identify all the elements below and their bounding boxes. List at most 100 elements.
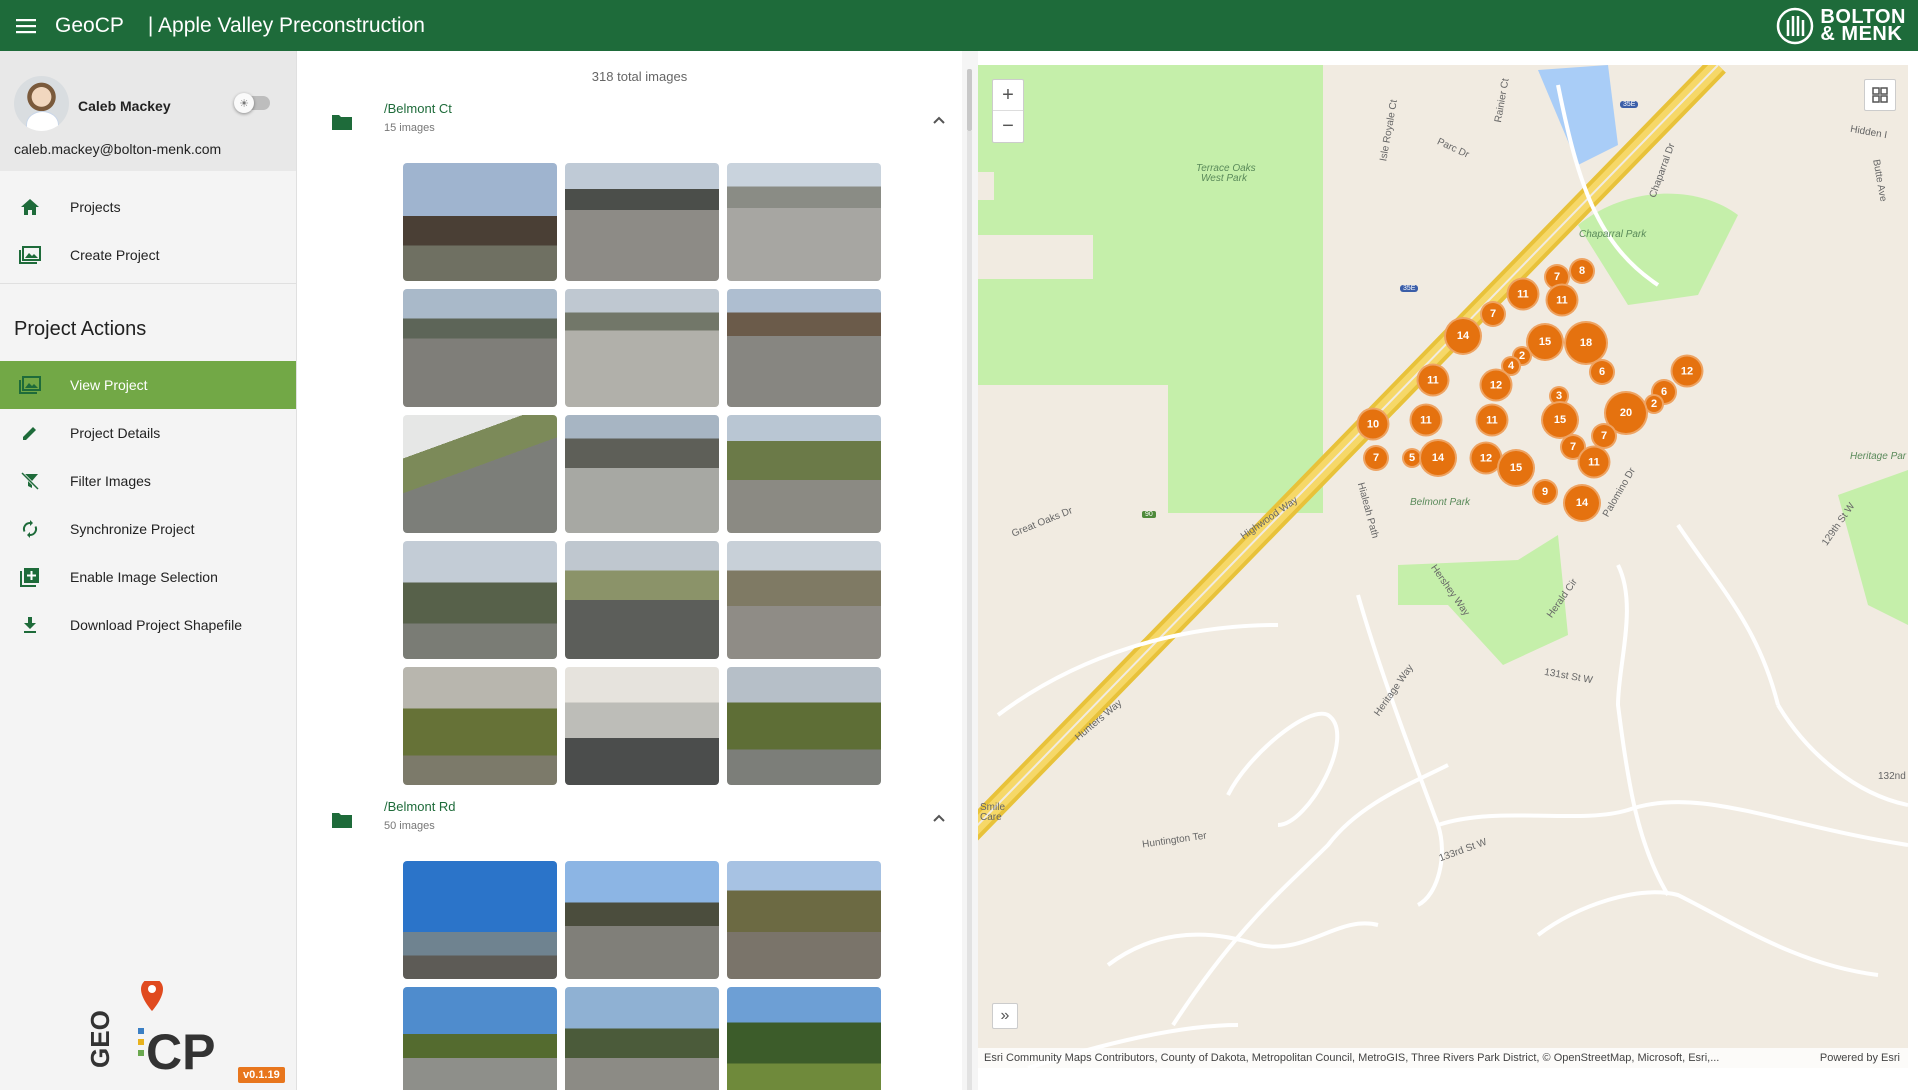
hamburger-menu-button[interactable] xyxy=(0,0,52,51)
project-actions-title: Project Actions xyxy=(14,318,147,340)
zoom-out-button[interactable]: − xyxy=(993,111,1023,142)
map-label-heritage-park: Heritage Par xyxy=(1850,451,1907,462)
home-icon xyxy=(21,199,39,215)
image-thumbnail[interactable] xyxy=(565,541,719,659)
map-label-132nd: 132nd C xyxy=(1878,771,1908,782)
nav-create-project[interactable]: Create Project xyxy=(0,231,296,279)
action-project-details-label: Project Details xyxy=(70,425,161,441)
thumbnail-grid-belmont-ct xyxy=(403,163,881,785)
image-thumbnail[interactable] xyxy=(727,541,881,659)
zoom-control: + − xyxy=(992,79,1024,143)
user-email: caleb.mackey@bolton-menk.com xyxy=(14,141,222,157)
image-thumbnail[interactable] xyxy=(403,415,557,533)
image-thumbnail[interactable] xyxy=(565,163,719,281)
image-thumbnail[interactable] xyxy=(403,541,557,659)
action-view-project-label: View Project xyxy=(70,377,148,393)
nav-projects[interactable]: Projects xyxy=(0,183,296,231)
double-chevron-right-icon: » xyxy=(1000,1007,1010,1024)
action-filter-images[interactable]: Filter Images xyxy=(0,457,296,505)
svg-text:GEO: GEO xyxy=(86,1010,115,1068)
image-thumbnail[interactable] xyxy=(727,163,881,281)
panel-splitter[interactable] xyxy=(962,51,978,1090)
image-thumbnail[interactable] xyxy=(403,667,557,785)
brand-name: BOLTON & MENK xyxy=(1820,6,1906,45)
image-cluster-marker[interactable]: 11 xyxy=(1475,403,1509,437)
folder-header-belmont-rd[interactable]: /Belmont Rd 50 images xyxy=(331,799,951,839)
image-cluster-marker[interactable]: 11 xyxy=(1577,445,1611,479)
nav-projects-label: Projects xyxy=(70,199,121,215)
image-cluster-marker[interactable]: 10 xyxy=(1356,407,1390,441)
action-enable-image-selection[interactable]: Enable Image Selection xyxy=(0,553,296,601)
image-cluster-marker[interactable]: 7 xyxy=(1480,301,1506,327)
image-cluster-marker[interactable]: 14 xyxy=(1444,317,1482,355)
map-view[interactable]: Terrace Oaks West Park Chaparral Park Be… xyxy=(978,65,1908,1068)
route-shield-35e: 35E xyxy=(1620,101,1639,108)
action-enable-image-selection-label: Enable Image Selection xyxy=(70,569,218,585)
thumbnail-grid-belmont-rd xyxy=(403,861,881,1090)
image-thumbnail[interactable] xyxy=(565,987,719,1090)
folder-name: /Belmont Rd xyxy=(384,799,456,814)
image-thumbnail[interactable] xyxy=(403,861,557,979)
scrollbar-thumb[interactable] xyxy=(967,69,972,131)
zoom-in-button[interactable]: + xyxy=(993,80,1023,111)
image-cluster-marker[interactable]: 12 xyxy=(1479,368,1513,402)
collapse-folder-button[interactable] xyxy=(927,108,951,132)
action-synchronize-project-label: Synchronize Project xyxy=(70,521,195,537)
action-download-shapefile[interactable]: Download Project Shapefile xyxy=(0,601,296,649)
total-images-count: 318 total images xyxy=(591,69,688,84)
image-cluster-marker[interactable]: 11 xyxy=(1545,283,1579,317)
image-thumbnail[interactable] xyxy=(565,861,719,979)
image-cluster-marker[interactable]: 6 xyxy=(1589,359,1615,385)
sidebar-divider xyxy=(0,283,296,284)
theme-toggle[interactable]: ☀ xyxy=(234,93,270,113)
project-title: | Apple Valley Preconstruction xyxy=(147,13,425,37)
image-cluster-marker[interactable]: 14 xyxy=(1419,439,1457,477)
action-project-details[interactable]: Project Details xyxy=(0,409,296,457)
version-badge: v0.1.19 xyxy=(238,1067,285,1083)
image-thumbnail[interactable] xyxy=(565,289,719,407)
map-attribution: Esri Community Maps Contributors, County… xyxy=(978,1048,1908,1068)
folder-icon xyxy=(332,813,352,828)
image-cluster-marker[interactable]: 7 xyxy=(1363,445,1389,471)
image-thumbnail[interactable] xyxy=(727,667,881,785)
image-cluster-marker[interactable]: 12 xyxy=(1670,354,1704,388)
image-thumbnail[interactable] xyxy=(403,289,557,407)
image-icon xyxy=(19,376,41,394)
route-shield-35e: 35E xyxy=(1400,285,1419,292)
image-thumbnail[interactable] xyxy=(727,987,881,1090)
basemap-gallery-button[interactable] xyxy=(1864,79,1896,111)
map-label-belmont-park: Belmont Park xyxy=(1410,497,1471,508)
action-download-shapefile-label: Download Project Shapefile xyxy=(70,617,242,633)
image-thumbnail[interactable] xyxy=(403,987,557,1090)
svg-text:CP: CP xyxy=(146,1024,215,1080)
expand-panel-button[interactable]: » xyxy=(992,1003,1018,1029)
collapse-folder-button[interactable] xyxy=(927,806,951,830)
map-label-west-park: West Park xyxy=(1201,173,1247,184)
chevron-up-icon xyxy=(933,116,945,124)
filter-off-icon xyxy=(20,472,40,490)
add-box-icon xyxy=(20,568,39,587)
image-cluster-marker[interactable]: 11 xyxy=(1416,363,1450,397)
image-cluster-marker[interactable]: 11 xyxy=(1409,403,1443,437)
image-thumbnail[interactable] xyxy=(565,667,719,785)
action-view-project[interactable]: View Project xyxy=(0,361,296,409)
action-synchronize-project[interactable]: Synchronize Project xyxy=(0,505,296,553)
image-cluster-marker[interactable]: 14 xyxy=(1563,484,1601,522)
folder-image-count: 15 images xyxy=(384,122,435,134)
image-thumbnail[interactable] xyxy=(403,163,557,281)
image-cluster-marker[interactable]: 9 xyxy=(1532,479,1558,505)
image-thumbnail[interactable] xyxy=(727,289,881,407)
image-cluster-marker[interactable]: 8 xyxy=(1569,258,1595,284)
scrollbar-track xyxy=(967,131,972,1090)
image-thumbnail[interactable] xyxy=(727,415,881,533)
nav-create-project-label: Create Project xyxy=(70,247,160,263)
download-icon xyxy=(24,617,36,633)
image-gallery: 318 total images /Belmont Ct 15 images /… xyxy=(297,51,962,1090)
folder-header-belmont-ct[interactable]: /Belmont Ct 15 images xyxy=(331,101,951,141)
image-thumbnail[interactable] xyxy=(565,415,719,533)
image-cluster-marker[interactable]: 11 xyxy=(1506,277,1540,311)
folder-name: /Belmont Ct xyxy=(384,101,452,116)
image-cluster-marker[interactable]: 15 xyxy=(1497,449,1535,487)
folder-icon xyxy=(332,115,352,130)
image-thumbnail[interactable] xyxy=(727,861,881,979)
